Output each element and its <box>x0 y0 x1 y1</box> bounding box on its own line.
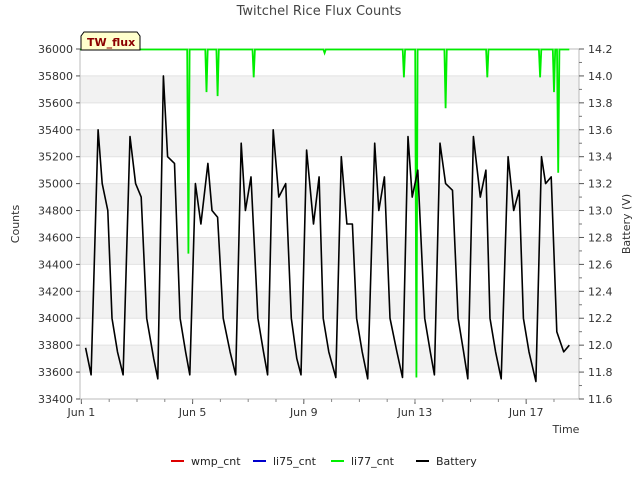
legend-item-Battery: Battery <box>416 455 477 468</box>
legend-label: wmp_cnt <box>191 455 241 468</box>
y-right-tick-label: 12.2 <box>588 312 613 325</box>
y-right-tick-label: 12.0 <box>588 339 613 352</box>
grid-band <box>80 75 579 103</box>
y-left-tick-label: 34800 <box>38 205 73 218</box>
y-right-tick-label: 12.8 <box>588 231 613 244</box>
x-ticks: Jun 1 Jun 5 Jun 9 Jun 13 Jun 17 <box>67 399 555 419</box>
y-left-tick-label: 33600 <box>38 366 73 379</box>
y-axis-left-label: Counts <box>9 205 22 244</box>
x-tick-label: Jun 17 <box>508 406 544 419</box>
y-right-ticks: 11.6 11.8 12.0 12.2 12.4 12.6 12.8 13.0 13.2 13.4… <box>579 43 613 406</box>
y-left-tick-label: 34200 <box>38 285 73 298</box>
y-right-tick-label: 12.6 <box>588 258 613 271</box>
grid-bands <box>80 75 579 400</box>
x-tick-label: Jun 5 <box>178 406 207 419</box>
site-label-text: TW_flux <box>87 36 135 49</box>
y-left-tick-label: 36000 <box>38 43 73 56</box>
y-right-tick-label: 13.0 <box>588 205 613 218</box>
grid-band <box>80 129 579 157</box>
y-left-tick-label: 35600 <box>38 97 73 110</box>
y-left-ticks: 33400 33600 33800 34000 34200 34400 34600 34800… <box>38 43 80 406</box>
y-right-tick-label: 13.6 <box>588 124 613 137</box>
flux-counts-chart: Twitchel Rice Flux Counts 33400 33600 3380… <box>9 4 633 468</box>
y-right-tick-label: 11.6 <box>588 393 613 406</box>
y-left-tick-label: 35400 <box>38 124 73 137</box>
y-left-tick-label: 33400 <box>38 393 73 406</box>
y-right-tick-label: 11.8 <box>588 366 613 379</box>
y-right-tick-label: 14.0 <box>588 70 613 83</box>
y-left-tick-label: 35200 <box>38 151 73 164</box>
y-left-tick-label: 35000 <box>38 178 73 191</box>
y-right-tick-label: 14.2 <box>588 43 613 56</box>
y-right-tick-label: 13.8 <box>588 97 613 110</box>
x-axis-label: Time <box>552 423 580 436</box>
chart-title: Twitchel Rice Flux Counts <box>236 4 402 19</box>
series-line-battery <box>84 75 570 383</box>
y-right-tick-label: 12.4 <box>588 285 613 298</box>
y-left-tick-label: 34000 <box>38 312 73 325</box>
y-axis-right-label: Battery (V) <box>620 194 633 254</box>
x-tick-label: Jun 9 <box>289 406 318 419</box>
site-label-box: TW_flux <box>80 31 141 51</box>
legend: wmp_cnt li75_cnt li77_cnt Battery <box>171 455 477 468</box>
legend-item-li75-cnt: li75_cnt <box>253 455 317 468</box>
y-left-tick-label: 34600 <box>38 231 73 244</box>
legend-label: Battery <box>436 455 477 468</box>
legend-item-li77-cnt: li77_cnt <box>331 455 395 468</box>
legend-label: li77_cnt <box>351 455 395 468</box>
y-left-tick-label: 35800 <box>38 70 73 83</box>
y-right-tick-label: 13.4 <box>588 151 613 164</box>
legend-label: li75_cnt <box>273 455 317 468</box>
grid-band <box>80 183 579 211</box>
y-right-tick-label: 13.2 <box>588 178 613 191</box>
y-left-tick-label: 33800 <box>38 339 73 352</box>
x-tick-label: Jun 1 <box>67 406 96 419</box>
y-left-tick-label: 34400 <box>38 258 73 271</box>
x-tick-label: Jun 13 <box>397 406 433 419</box>
legend-item-wmp-cnt: wmp_cnt <box>171 455 241 468</box>
